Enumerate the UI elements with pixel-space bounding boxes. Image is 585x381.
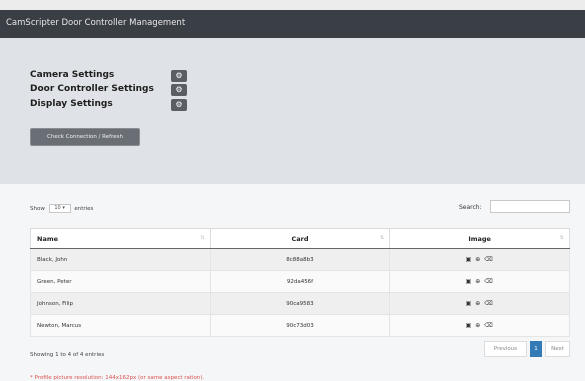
- table-section: Show 10 ▾ entries Search: Name ⇅ Card ⇅ Im…: [0, 184, 585, 381]
- door-controller-settings-row: Door Controller Settings ⚙: [30, 84, 200, 96]
- column-header-card-label: Card: [291, 234, 309, 243]
- settings-panel: Camera Settings ⚙ Door Controller Settin…: [0, 38, 585, 184]
- app-title: CamScripter Door Controller Management: [6, 18, 186, 28]
- column-header-image[interactable]: Image ⇅: [389, 228, 570, 249]
- users-table: Name ⇅ Card ⇅ Image ⇅ Black, John 8c88a8b3 …: [30, 228, 570, 337]
- column-header-name-label: Name: [37, 234, 59, 243]
- show-entries-control: Show 10 ▾ entries: [30, 204, 93, 213]
- camera-settings-button[interactable]: ⚙: [171, 70, 187, 82]
- column-header-name[interactable]: Name ⇅: [30, 228, 211, 249]
- table-info: Showing 1 to 4 of 4 entries: [30, 352, 105, 358]
- cell-card: 90c73d03: [209, 314, 391, 337]
- entries-label: entries: [74, 206, 94, 212]
- table-row: Black, John 8c88a8b3 ▣ ⊕ ⌫: [30, 248, 570, 271]
- door-controller-settings-label: Door Controller Settings: [30, 84, 154, 94]
- gear-icon: ⚙: [175, 85, 183, 94]
- image-icon[interactable]: ▣: [466, 300, 473, 307]
- cell-image-actions: ▣ ⊕ ⌫: [389, 314, 570, 337]
- pagination-page-1[interactable]: 1: [530, 341, 542, 357]
- show-label: Show: [30, 206, 45, 212]
- trash-icon[interactable]: ⌫: [484, 300, 493, 307]
- gear-icon: ⚙: [175, 71, 183, 80]
- display-settings-button[interactable]: ⚙: [171, 99, 187, 111]
- chevron-down-icon: ▾: [62, 205, 65, 211]
- cell-image-actions: ▣ ⊕ ⌫: [389, 248, 570, 271]
- entries-select[interactable]: 10 ▾: [48, 204, 71, 213]
- check-connection-refresh-button[interactable]: Check Connection / Refresh: [30, 128, 140, 146]
- column-header-card[interactable]: Card ⇅: [209, 228, 391, 249]
- camera-settings-label: Camera Settings: [30, 70, 115, 80]
- image-icon[interactable]: ▣: [466, 278, 473, 285]
- cell-name: Green, Peter: [30, 270, 211, 293]
- pagination-previous[interactable]: Previous: [484, 341, 527, 357]
- column-header-image-label: Image: [468, 234, 491, 243]
- trash-icon[interactable]: ⌫: [484, 278, 493, 285]
- upload-icon[interactable]: ⊕: [475, 322, 481, 329]
- cell-card: 92da456f: [209, 270, 391, 293]
- sort-icon: ⇅: [380, 235, 385, 241]
- app-header: CamScripter Door Controller Management: [0, 10, 585, 38]
- upload-icon[interactable]: ⊕: [475, 300, 481, 307]
- search-label: Search:: [459, 204, 482, 211]
- cell-name: Johnson, Filip: [30, 292, 211, 315]
- sort-icon: ⇅: [200, 235, 205, 241]
- cell-image-actions: ▣ ⊕ ⌫: [389, 292, 570, 315]
- cell-name: Newton, Marcus: [30, 314, 211, 337]
- gear-icon: ⚙: [175, 100, 183, 109]
- table-row: Johnson, Filip 90ca9583 ▣ ⊕ ⌫: [30, 292, 570, 315]
- upload-icon[interactable]: ⊕: [475, 278, 481, 285]
- entries-select-value: 10: [54, 205, 61, 211]
- trash-icon[interactable]: ⌫: [484, 256, 493, 263]
- table-row: Green, Peter 92da456f ▣ ⊕ ⌫: [30, 270, 570, 293]
- pagination-next[interactable]: Next: [545, 341, 570, 357]
- upload-icon[interactable]: ⊕: [475, 256, 481, 263]
- image-icon[interactable]: ▣: [466, 256, 473, 263]
- cell-name: Black, John: [30, 248, 211, 271]
- table-header-row: Name ⇅ Card ⇅ Image ⇅: [30, 228, 570, 249]
- table-row: Newton, Marcus 90c73d03 ▣ ⊕ ⌫: [30, 314, 570, 337]
- sort-icon: ⇅: [559, 235, 564, 241]
- display-settings-label: Display Settings: [30, 99, 113, 109]
- door-controller-settings-button[interactable]: ⚙: [171, 84, 187, 96]
- trash-icon[interactable]: ⌫: [484, 322, 493, 329]
- image-icon[interactable]: ▣: [466, 322, 473, 329]
- camera-settings-row: Camera Settings ⚙: [30, 70, 200, 82]
- cell-card: 8c88a8b3: [209, 248, 391, 271]
- search-input[interactable]: [490, 200, 570, 213]
- cell-card: 90ca9583: [209, 292, 391, 315]
- display-settings-row: Display Settings ⚙: [30, 99, 200, 111]
- cell-image-actions: ▣ ⊕ ⌫: [389, 270, 570, 293]
- profile-picture-note: * Profile picture resolution: 144x162px …: [30, 375, 205, 381]
